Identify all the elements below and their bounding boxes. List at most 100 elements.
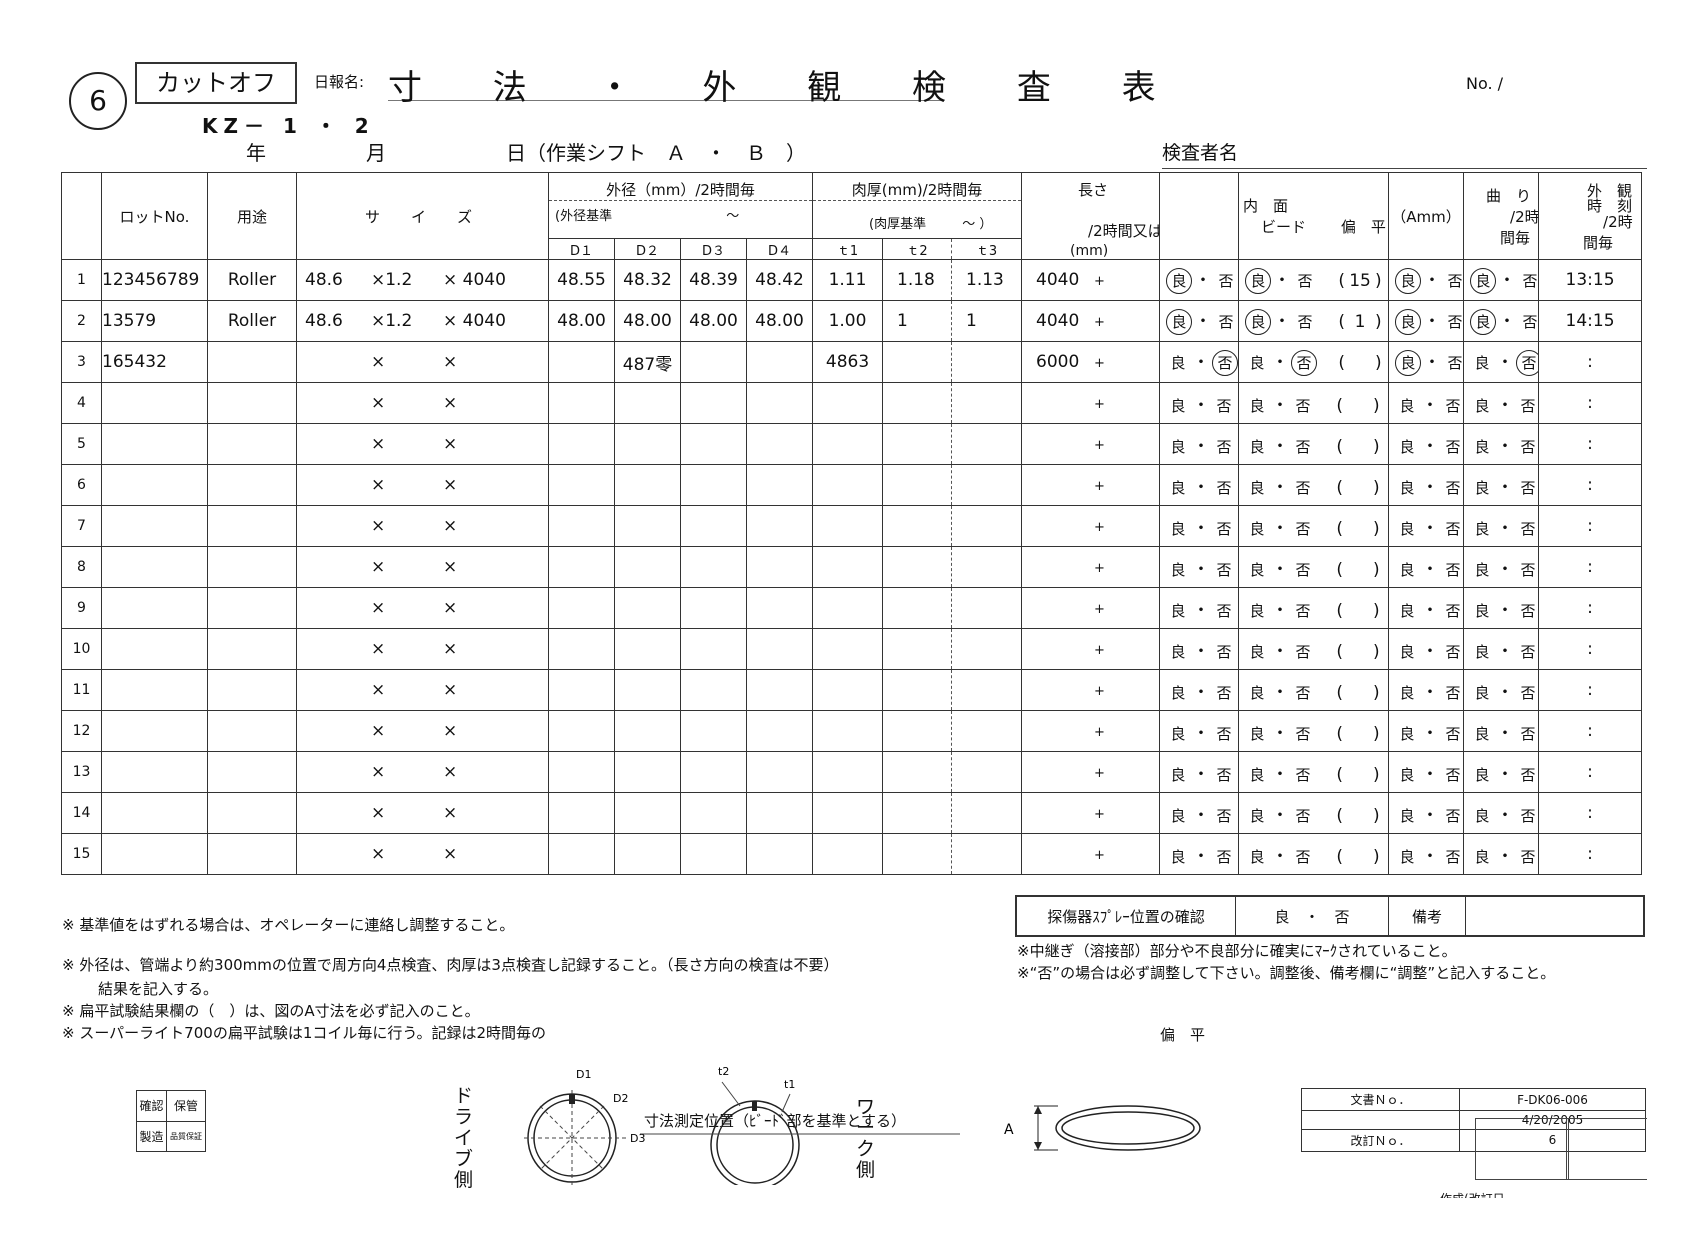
use-cell[interactable] <box>207 628 297 670</box>
t3-cell[interactable] <box>951 587 1023 629</box>
d4-cell[interactable] <box>745 751 814 793</box>
good-mark[interactable]: 良 <box>1470 846 1494 867</box>
good-mark[interactable]: 良 <box>1166 846 1190 867</box>
d1-cell[interactable] <box>548 751 615 793</box>
good-mark[interactable]: 良 <box>1470 477 1494 498</box>
t3-cell[interactable]: 1 <box>951 300 1023 342</box>
lot-number-cell[interactable]: 165432 <box>101 341 208 383</box>
use-cell[interactable]: Roller <box>207 259 297 301</box>
bad-mark[interactable]: 否 <box>1516 436 1538 457</box>
size-cell[interactable]: × × <box>296 464 549 506</box>
d1-cell[interactable] <box>548 546 615 588</box>
good-mark[interactable]: 良 <box>1470 352 1494 373</box>
time-cell[interactable]: : <box>1538 710 1643 752</box>
bad-mark[interactable]: 否 <box>1291 682 1315 703</box>
length-cell[interactable]: + <box>1021 587 1161 629</box>
good-mark[interactable]: 良 <box>1166 600 1190 621</box>
bad-mark[interactable]: 否 <box>1516 477 1538 498</box>
good-mark[interactable]: 良 <box>1470 600 1494 621</box>
bad-mark[interactable]: 否 <box>1212 518 1236 539</box>
length-cell[interactable]: + <box>1021 464 1161 506</box>
bad-mark[interactable]: 否 <box>1291 350 1318 376</box>
length-cell[interactable]: + <box>1021 751 1161 793</box>
length-cell[interactable]: 4040 + <box>1021 259 1161 301</box>
d4-cell[interactable] <box>745 710 814 752</box>
good-mark[interactable]: 良 <box>1470 641 1494 662</box>
d2-cell[interactable] <box>614 382 681 424</box>
length-cell[interactable]: 4040 + <box>1021 300 1161 342</box>
d3-cell[interactable] <box>680 546 747 588</box>
t2-cell[interactable] <box>882 382 953 424</box>
d3-cell[interactable] <box>680 833 747 875</box>
use-cell[interactable] <box>207 382 297 424</box>
size-cell[interactable]: × × <box>296 710 549 752</box>
t1-cell[interactable]: 1.11 <box>812 259 884 301</box>
time-cell[interactable]: : <box>1538 382 1643 424</box>
time-cell[interactable]: : <box>1538 628 1643 670</box>
d3-cell[interactable] <box>680 628 747 670</box>
lot-number-cell[interactable] <box>101 833 208 875</box>
d2-cell[interactable] <box>614 669 681 711</box>
d2-cell[interactable] <box>614 464 681 506</box>
t3-cell[interactable] <box>951 423 1023 465</box>
size-cell[interactable]: × × <box>296 341 549 383</box>
t1-cell[interactable] <box>812 546 884 588</box>
t2-cell[interactable] <box>882 587 953 629</box>
good-mark[interactable]: 良 <box>1395 309 1422 335</box>
good-mark[interactable]: 良 <box>1395 723 1419 744</box>
d3-cell[interactable] <box>680 792 747 834</box>
d2-cell[interactable] <box>614 423 681 465</box>
inspector-name-field[interactable]: 検査者名 <box>1162 138 1647 169</box>
d4-cell[interactable] <box>745 382 814 424</box>
bad-mark[interactable]: 否 <box>1441 805 1463 826</box>
t2-cell[interactable]: 1.18 <box>882 259 953 301</box>
time-cell[interactable]: 14:15 <box>1538 300 1643 342</box>
good-mark[interactable]: 良 <box>1245 682 1269 703</box>
d3-cell[interactable]: 48.39 <box>680 259 747 301</box>
t2-cell[interactable] <box>882 505 953 547</box>
d1-cell[interactable] <box>548 833 615 875</box>
t2-cell[interactable] <box>882 464 953 506</box>
bad-mark[interactable]: 否 <box>1214 311 1238 332</box>
t2-cell[interactable] <box>882 833 953 875</box>
d1-cell[interactable] <box>548 587 615 629</box>
d3-cell[interactable] <box>680 751 747 793</box>
d4-cell[interactable] <box>745 792 814 834</box>
d3-cell[interactable] <box>680 669 747 711</box>
good-mark[interactable]: 良 <box>1395 805 1419 826</box>
bad-mark[interactable]: 否 <box>1516 764 1538 785</box>
good-mark[interactable]: 良 <box>1470 723 1494 744</box>
d1-cell[interactable] <box>548 710 615 752</box>
use-cell[interactable] <box>207 464 297 506</box>
good-mark[interactable]: 良 <box>1470 268 1497 294</box>
use-cell[interactable] <box>207 833 297 875</box>
t3-cell[interactable] <box>951 833 1023 875</box>
size-cell[interactable]: × × <box>296 669 549 711</box>
lot-number-cell[interactable] <box>101 464 208 506</box>
d1-cell[interactable] <box>548 464 615 506</box>
good-mark[interactable]: 良 <box>1395 764 1419 785</box>
lot-number-cell[interactable]: 13579 <box>101 300 208 342</box>
bad-mark[interactable]: 否 <box>1443 352 1463 373</box>
bad-mark[interactable]: 否 <box>1516 600 1538 621</box>
good-mark[interactable]: 良 <box>1166 518 1190 539</box>
d4-cell[interactable] <box>745 669 814 711</box>
d3-cell[interactable] <box>680 341 747 383</box>
lot-number-cell[interactable] <box>101 382 208 424</box>
bad-mark[interactable]: 否 <box>1518 311 1538 332</box>
t1-cell[interactable] <box>812 833 884 875</box>
good-mark[interactable]: 良 <box>1470 805 1494 826</box>
bad-mark[interactable]: 否 <box>1212 682 1236 703</box>
d4-cell[interactable] <box>745 464 814 506</box>
t2-cell[interactable] <box>882 792 953 834</box>
flat-value[interactable]: 1 <box>1345 312 1375 332</box>
bad-mark[interactable]: 否 <box>1441 559 1463 580</box>
use-cell[interactable] <box>207 710 297 752</box>
t1-cell[interactable] <box>812 751 884 793</box>
t3-cell[interactable] <box>951 669 1023 711</box>
bad-mark[interactable]: 否 <box>1516 641 1538 662</box>
d1-cell[interactable] <box>548 423 615 465</box>
bad-mark[interactable]: 否 <box>1212 764 1236 785</box>
good-mark[interactable]: 良 <box>1395 436 1419 457</box>
use-cell[interactable] <box>207 341 297 383</box>
